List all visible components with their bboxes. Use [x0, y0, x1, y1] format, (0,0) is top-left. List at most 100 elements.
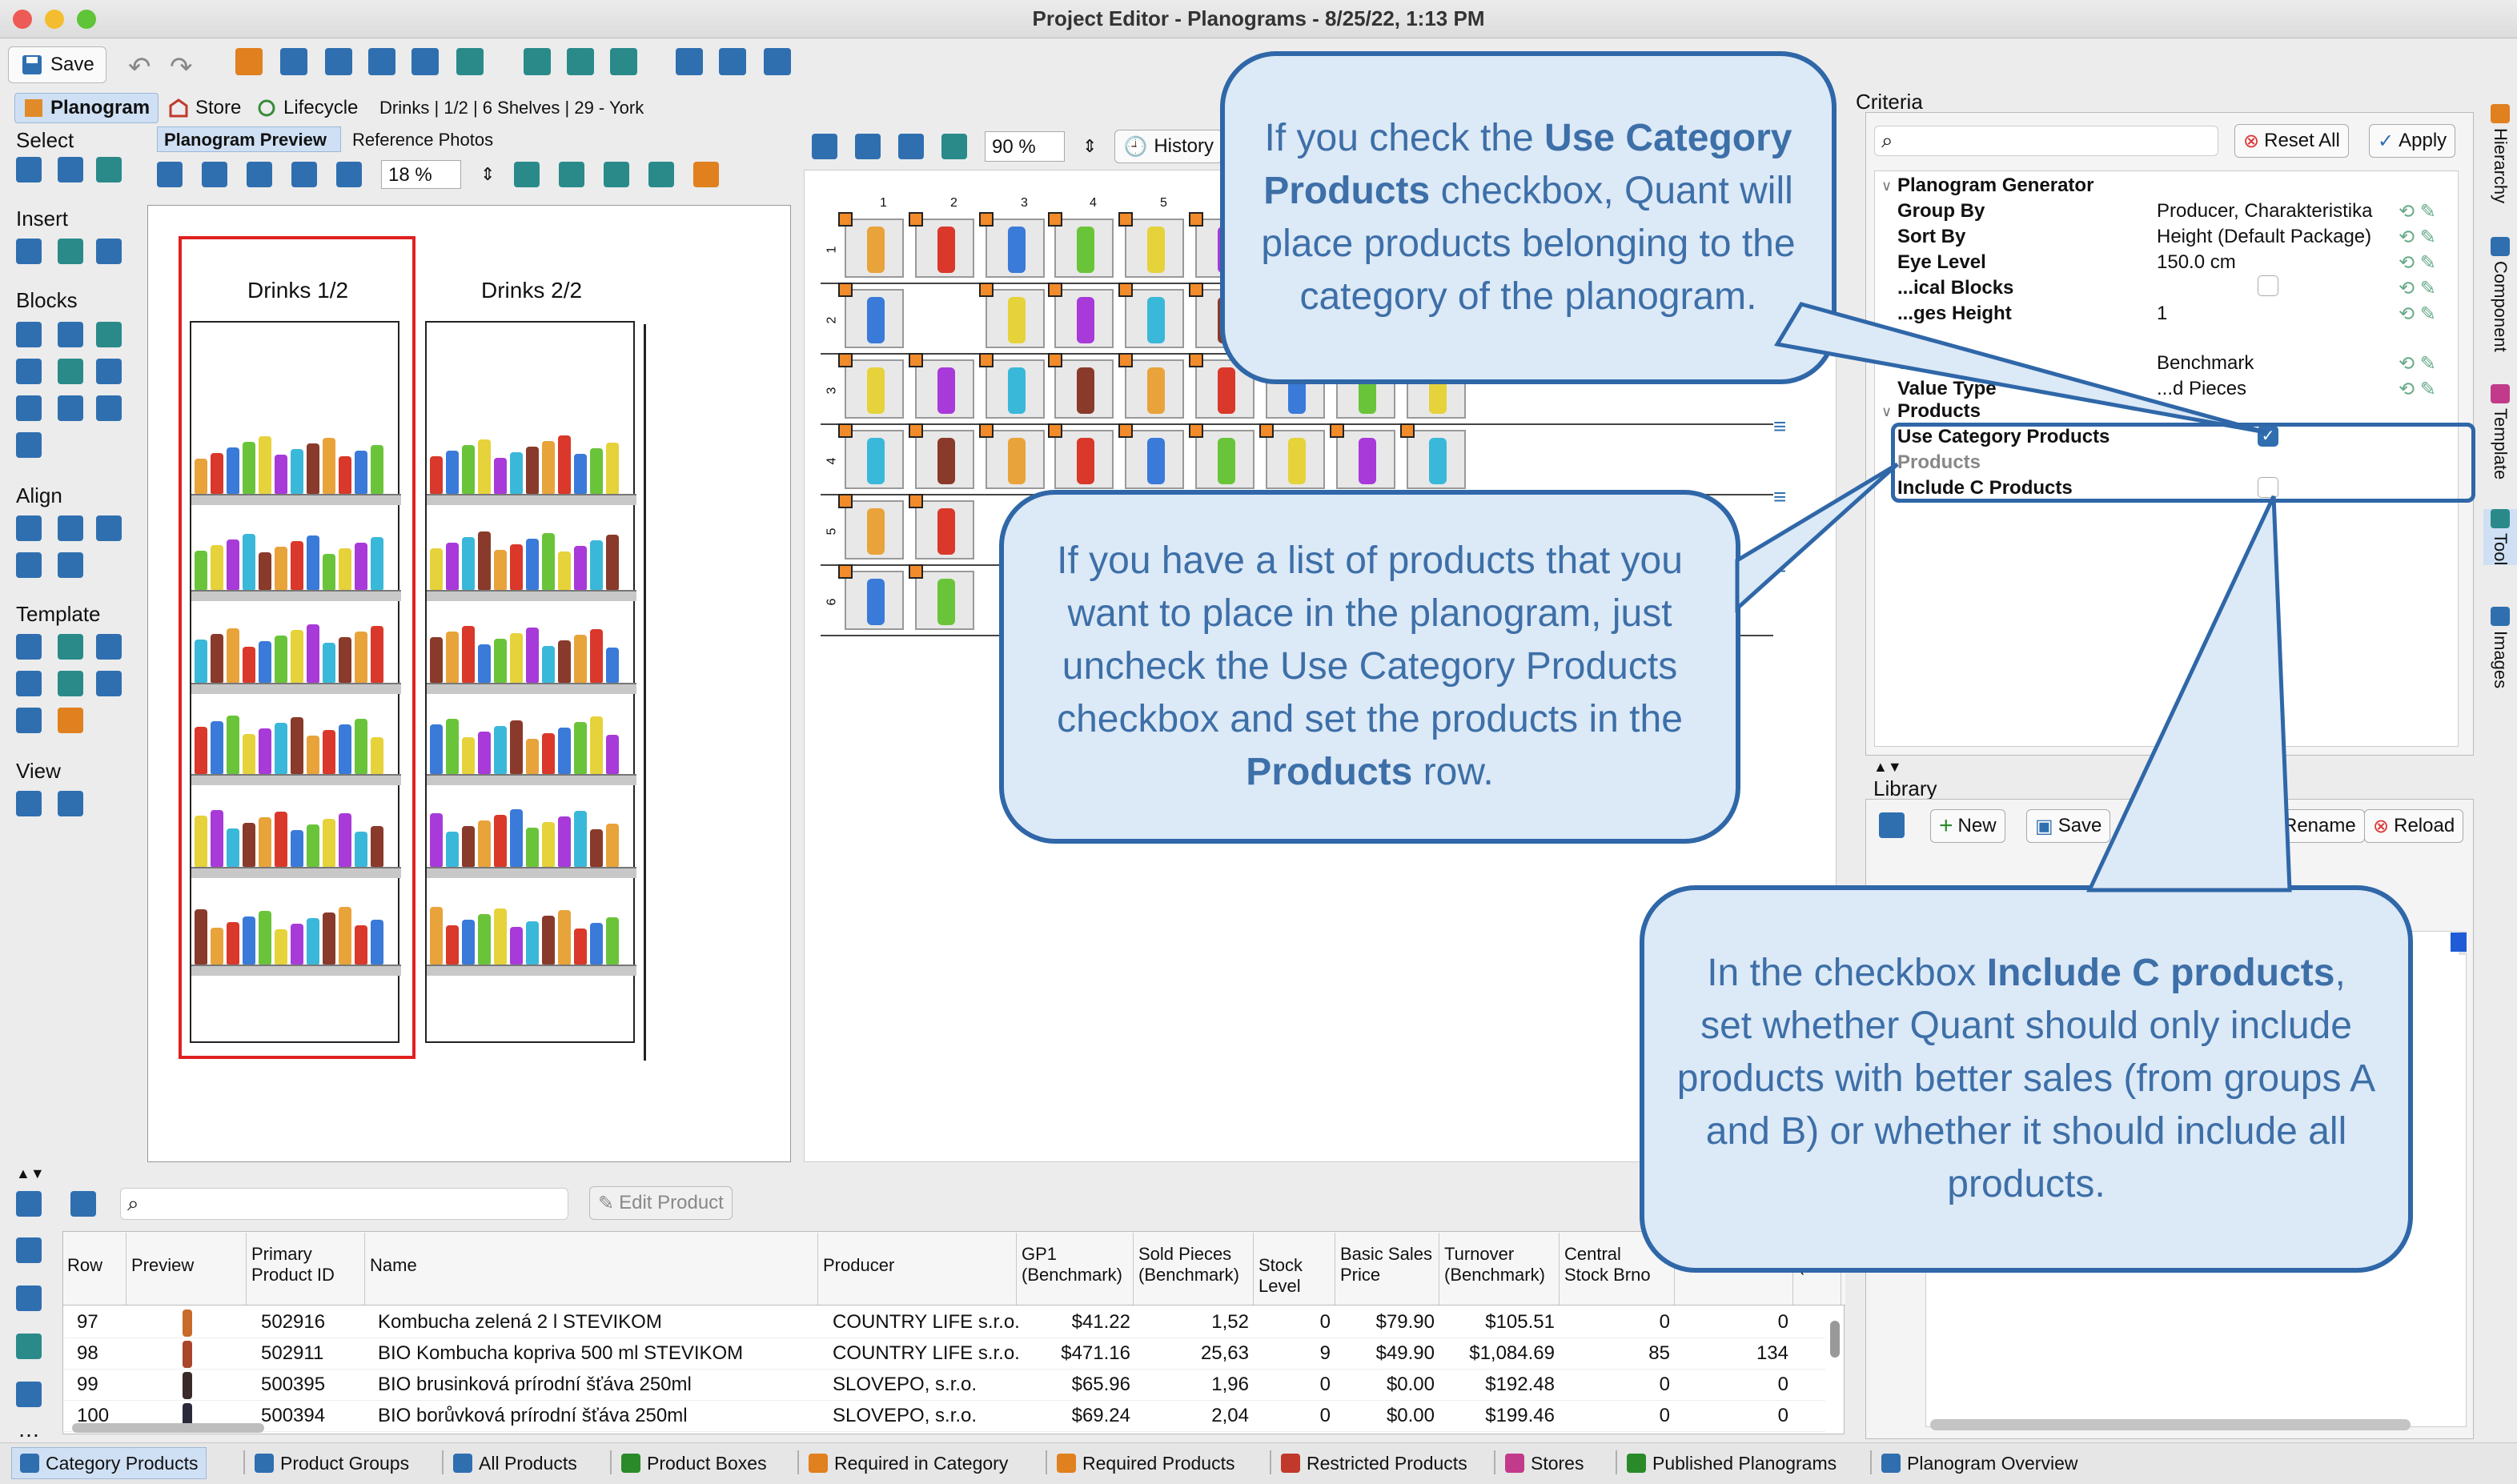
grid-product-handle[interactable]: [1048, 212, 1062, 227]
shelf[interactable]: [427, 867, 636, 878]
zoom-fit-icon[interactable]: [291, 162, 317, 187]
export-icon[interactable]: [157, 162, 183, 187]
zoom-stepper-icon[interactable]: ⇕: [480, 164, 495, 185]
bottom-splitter-icon[interactable]: ▲▼: [16, 1165, 45, 1182]
grid-product-cell[interactable]: [845, 571, 904, 630]
library-selected-row[interactable]: [2451, 933, 2467, 952]
product-facings[interactable]: [430, 900, 633, 965]
xo-icon[interactable]: [604, 162, 630, 187]
vertical-blocks-checkbox[interactable]: [2258, 275, 2278, 296]
bottom-tab[interactable]: Restricted Products: [1281, 1447, 1467, 1479]
bottom-tab[interactable]: Product Groups: [255, 1447, 409, 1479]
property-reset-icon[interactable]: ⟲ ✎: [2399, 378, 2436, 401]
grid-product-cell[interactable]: [915, 219, 974, 278]
column-header[interactable]: Turnover (Benchmark): [1439, 1233, 1560, 1305]
more-icon[interactable]: …: [18, 1417, 40, 1442]
grid-product-handle[interactable]: [838, 283, 853, 297]
insert-product-icon[interactable]: [58, 239, 83, 264]
grid-zoom-fit-icon[interactable]: [898, 134, 924, 159]
library-new-button[interactable]: + New: [1930, 809, 2005, 843]
column-header[interactable]: Sold Pieces (Benchmark): [1134, 1233, 1254, 1305]
bottom-tab[interactable]: All Products: [453, 1447, 577, 1479]
template-3-icon[interactable]: [96, 634, 122, 660]
camera-icon[interactable]: [368, 48, 395, 75]
grid-product-cell[interactable]: [1125, 219, 1184, 278]
bottom-tab[interactable]: Published Planograms: [1627, 1447, 1837, 1479]
grid-product-cell[interactable]: [915, 571, 974, 630]
grid-product-cell[interactable]: [1054, 430, 1114, 489]
grid-product-cell[interactable]: [845, 289, 904, 348]
template-1-icon[interactable]: [16, 634, 42, 660]
library-scrollbar[interactable]: [1930, 1419, 2411, 1430]
blocks-9-icon[interactable]: [96, 395, 122, 421]
shelf[interactable]: [191, 494, 401, 505]
grid-product-cell[interactable]: [845, 430, 904, 489]
grid-product-handle[interactable]: [1330, 423, 1344, 438]
property-value[interactable]: 1: [2157, 303, 2167, 325]
product-facings[interactable]: [195, 526, 398, 590]
product-facings[interactable]: [430, 803, 633, 867]
grid-product-handle[interactable]: [838, 494, 853, 508]
template-2-icon[interactable]: [58, 634, 83, 660]
grid-product-handle[interactable]: [1189, 283, 1203, 297]
grid-product-cell[interactable]: [1125, 430, 1184, 489]
product-facings[interactable]: [195, 803, 398, 867]
grid-product-cell[interactable]: [915, 359, 974, 419]
select-arrow-icon[interactable]: [16, 157, 42, 182]
product-facings[interactable]: [430, 710, 633, 774]
bottom-tab[interactable]: Category Products: [11, 1447, 207, 1479]
tab-planogram[interactable]: Planogram: [14, 93, 159, 123]
redo-icon[interactable]: ↷: [170, 51, 193, 83]
grid-product-cell[interactable]: [1125, 359, 1184, 419]
side-help-icon[interactable]: [16, 1285, 42, 1311]
shelf[interactable]: [191, 867, 401, 878]
blocks-4-icon[interactable]: [16, 359, 42, 384]
product-facings[interactable]: [195, 619, 398, 683]
grid-product-cell[interactable]: [1407, 430, 1466, 489]
network-icon[interactable]: [719, 48, 746, 75]
select-grid-icon[interactable]: [58, 157, 83, 182]
grid-product-cell[interactable]: [1054, 289, 1114, 348]
property-reset-icon[interactable]: ⟲ ✎: [2399, 226, 2436, 249]
property-reset-icon[interactable]: ⟲ ✎: [2399, 303, 2436, 326]
apply-button[interactable]: ✓ Apply: [2369, 124, 2456, 158]
property-reset-icon[interactable]: ⟲ ✎: [2399, 277, 2436, 300]
view-2-icon[interactable]: [58, 791, 83, 816]
grid-zoom-field[interactable]: 90 %: [985, 131, 1065, 162]
shelf[interactable]: [191, 774, 401, 785]
template-8-icon[interactable]: [58, 708, 83, 733]
side-tab-hierarchy[interactable]: Hierarchy: [2483, 104, 2517, 203]
shelf[interactable]: [427, 774, 636, 785]
grid-product-cell[interactable]: [1054, 359, 1114, 419]
grid-product-handle[interactable]: [1118, 212, 1133, 227]
column-header[interactable]: GP1 (Benchmark): [1017, 1233, 1134, 1305]
template-5-icon[interactable]: [58, 671, 83, 696]
column-header[interactable]: Name: [365, 1233, 818, 1305]
store-map-icon[interactable]: [610, 48, 637, 75]
products-expand-icon[interactable]: ∨: [1881, 403, 1892, 420]
save-button[interactable]: Save: [8, 46, 106, 83]
grid-product-cell[interactable]: [986, 359, 1045, 419]
grid-product-handle[interactable]: [979, 212, 994, 227]
grid-product-handle[interactable]: [838, 564, 853, 579]
align-center-icon[interactable]: [58, 515, 83, 541]
tab-reference-photos[interactable]: Reference Photos: [352, 130, 493, 150]
grid-product-cell[interactable]: [1336, 430, 1395, 489]
bottom-tab[interactable]: Stores: [1505, 1447, 1584, 1479]
grid-zoom-in-icon[interactable]: [812, 134, 837, 159]
grid-product-cell[interactable]: [915, 430, 974, 489]
grid-product-cell[interactable]: [1125, 289, 1184, 348]
grid-product-cell[interactable]: [986, 430, 1045, 489]
select-shelf-icon[interactable]: [96, 157, 122, 182]
tab-planogram-preview[interactable]: Planogram Preview: [157, 126, 341, 152]
insert-fixture-icon[interactable]: [16, 239, 42, 264]
chart-icon[interactable]: [559, 162, 585, 187]
side-tab-tool[interactable]: Tool: [2483, 509, 2517, 566]
grid-product-handle[interactable]: [1048, 353, 1062, 367]
hierarchy-icon[interactable]: [693, 162, 720, 187]
product-facings[interactable]: [195, 900, 398, 965]
side-tab-images[interactable]: Images: [2483, 607, 2517, 688]
split-view-icon[interactable]: [567, 48, 594, 75]
reset-all-button[interactable]: ⊗ Reset All: [2234, 124, 2349, 158]
blocks-2-icon[interactable]: [58, 322, 83, 347]
